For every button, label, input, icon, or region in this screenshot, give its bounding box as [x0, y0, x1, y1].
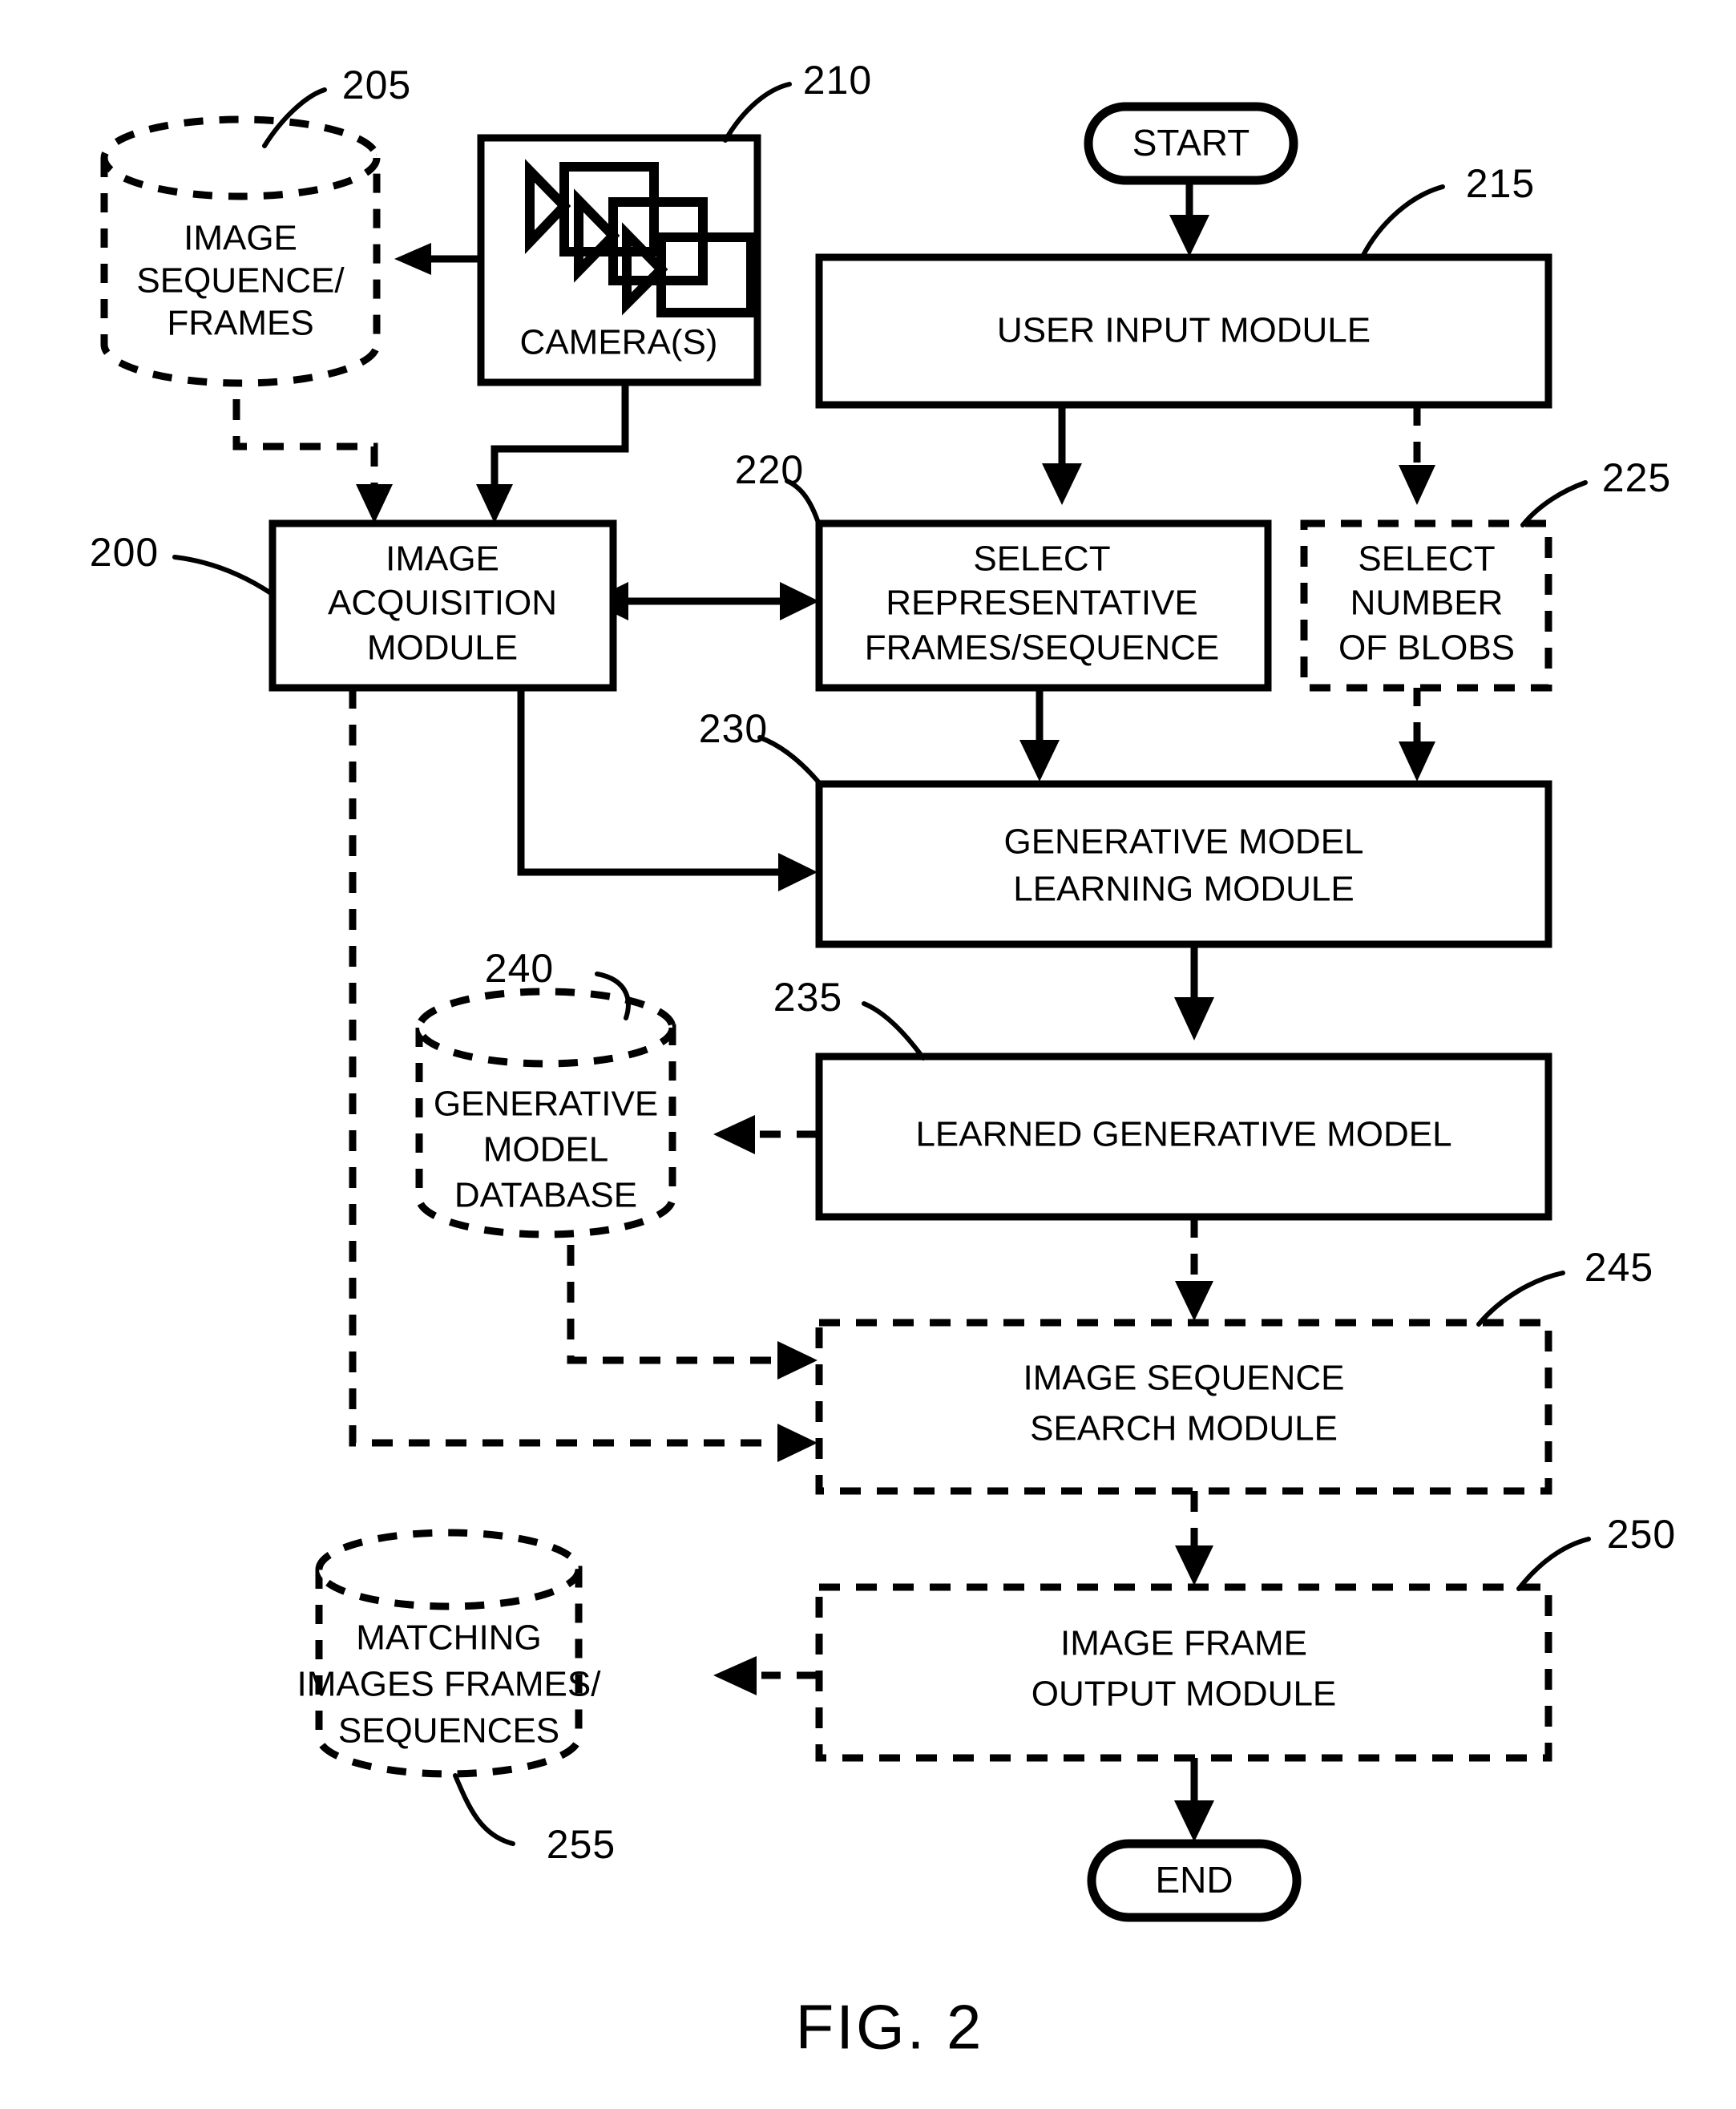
- terminator-end-label: END: [1155, 1859, 1233, 1901]
- edge-learned-model-to-search-module: [1175, 1217, 1213, 1321]
- node-generative-model-database[interactable]: GENERATIVE MODEL DATABASE: [415, 988, 676, 1238]
- ref-number-210: 210: [803, 58, 872, 103]
- edge-user-input-to-select-blobs: [1399, 405, 1435, 505]
- node-matching-images[interactable]: MATCHING IMAGES FRAMES/ SEQUENCES: [297, 1529, 602, 1778]
- edge-cameras-to-image-sequence: [394, 243, 481, 275]
- ref-number-205: 205: [342, 63, 411, 107]
- node-label-line: FRAMES: [167, 304, 313, 343]
- node-label-line: SEQUENCES: [338, 1711, 559, 1751]
- edge-learning-module-to-learned-model: [1174, 944, 1214, 1040]
- node-label-line: OF BLOBS: [1338, 628, 1515, 668]
- terminator-end[interactable]: END: [1087, 1839, 1302, 1922]
- node-label-line: IMAGES FRAMES/: [297, 1665, 602, 1704]
- terminator-start-label: START: [1132, 122, 1250, 164]
- node-label-line: ACQUISITION: [328, 584, 557, 623]
- node-select-representative-frames[interactable]: SELECT REPRESENTATIVE FRAMES/SEQUENCE: [815, 519, 1272, 692]
- ref-number-240: 240: [485, 946, 554, 991]
- ref-leader-230: [757, 735, 824, 788]
- node-label-learned-model: LEARNED GENERATIVE MODEL: [915, 1115, 1451, 1154]
- patent-figure-page: IMAGE SEQUENCE/ FRAMES 205 CAMERA(S) 210…: [0, 0, 1736, 2109]
- ref-number-200: 200: [90, 530, 159, 575]
- node-image-sequence-frames[interactable]: IMAGE SEQUENCE/ FRAMES: [100, 115, 381, 387]
- ref-leader-210: [723, 82, 792, 143]
- node-label-line: DATABASE: [454, 1176, 637, 1215]
- ref-leader-200: [172, 555, 273, 596]
- node-label-line: IMAGE FRAME: [1060, 1624, 1307, 1663]
- ref-leader-255: [453, 1773, 515, 1846]
- node-label-line: IMAGE SEQUENCE: [1023, 1359, 1345, 1398]
- ref-number-230: 230: [699, 706, 768, 751]
- edge-cameras-to-acquisition: [476, 383, 629, 523]
- node-label-cameras: CAMERA(S): [520, 323, 718, 362]
- node-image-sequence-search-module[interactable]: IMAGE SEQUENCE SEARCH MODULE: [815, 1319, 1552, 1495]
- ref-leader-235: [862, 1001, 926, 1061]
- node-image-acquisition-module[interactable]: IMAGE ACQUISITION MODULE: [268, 519, 617, 692]
- node-label-line: GENERATIVE: [434, 1085, 658, 1124]
- edge-search-module-to-output-module: [1175, 1491, 1213, 1586]
- ref-leader-225: [1520, 480, 1588, 527]
- node-select-number-of-blobs[interactable]: SELECT NUMBER OF BLOBS: [1300, 519, 1552, 692]
- node-label-line: NUMBER: [1350, 584, 1504, 623]
- figure-caption: FIG. 2: [796, 1992, 984, 2063]
- edge-database-to-search-module: [567, 1245, 818, 1380]
- node-learned-generative-model[interactable]: LEARNED GENERATIVE MODEL: [815, 1052, 1552, 1221]
- node-label-line: LEARNING MODULE: [1013, 870, 1354, 909]
- node-user-input-module[interactable]: USER INPUT MODULE: [815, 253, 1552, 409]
- node-label-line: MODULE: [367, 628, 518, 668]
- ref-number-225: 225: [1602, 455, 1671, 500]
- node-label-line: GENERATIVE MODEL: [1003, 822, 1363, 862]
- edge-acquisition-to-learning-module: [517, 688, 818, 891]
- node-label-line: IMAGE: [386, 539, 499, 579]
- node-label-line: SEQUENCE/: [136, 261, 345, 301]
- node-image-frame-output-module[interactable]: IMAGE FRAME OUTPUT MODULE: [815, 1583, 1552, 1762]
- edge-select-blobs-to-learning-module: [1399, 685, 1435, 782]
- node-label-line: OUTPUT MODULE: [1032, 1675, 1337, 1714]
- node-label-line: IMAGE: [184, 219, 297, 258]
- edge-output-module-to-end: [1174, 1758, 1214, 1842]
- node-generative-model-learning-module[interactable]: GENERATIVE MODEL LEARNING MODULE: [815, 780, 1552, 948]
- diagram-canvas: IMAGE SEQUENCE/ FRAMES 205 CAMERA(S) 210…: [90, 58, 1676, 2063]
- ref-number-235: 235: [773, 975, 842, 1020]
- terminator-start[interactable]: START: [1084, 102, 1298, 185]
- edge-acquisition-to-select-frames-bidirectional: [589, 582, 819, 620]
- node-label-user-input: USER INPUT MODULE: [997, 311, 1371, 350]
- ref-number-245: 245: [1585, 1245, 1653, 1290]
- ref-leader-250: [1516, 1537, 1591, 1591]
- edge-select-frames-to-learning-module: [1019, 685, 1060, 782]
- node-label-line: REPRESENTATIVE: [886, 584, 1198, 623]
- node-label-line: SELECT: [1358, 539, 1495, 579]
- ref-leader-245: [1476, 1271, 1565, 1327]
- node-label-line: MODEL: [483, 1130, 608, 1170]
- node-cameras[interactable]: CAMERA(S): [477, 134, 761, 386]
- edge-learned-model-to-database: [713, 1115, 818, 1154]
- ref-number-220: 220: [735, 447, 804, 492]
- edge-image-sequence-to-acquisition: [232, 362, 393, 523]
- node-label-line: MATCHING: [356, 1618, 541, 1658]
- edge-output-module-to-matching-images: [713, 1656, 818, 1695]
- ref-number-215: 215: [1466, 161, 1535, 206]
- edge-start-to-user-input: [1169, 180, 1209, 257]
- node-label-line: SEARCH MODULE: [1030, 1409, 1338, 1448]
- node-label-line: FRAMES/SEQUENCE: [865, 628, 1220, 668]
- ref-number-255: 255: [547, 1822, 616, 1867]
- ref-number-250: 250: [1607, 1512, 1676, 1557]
- ref-leader-215: [1360, 184, 1445, 259]
- edge-user-input-to-select-frames: [1042, 405, 1082, 505]
- node-label-line: SELECT: [973, 539, 1110, 579]
